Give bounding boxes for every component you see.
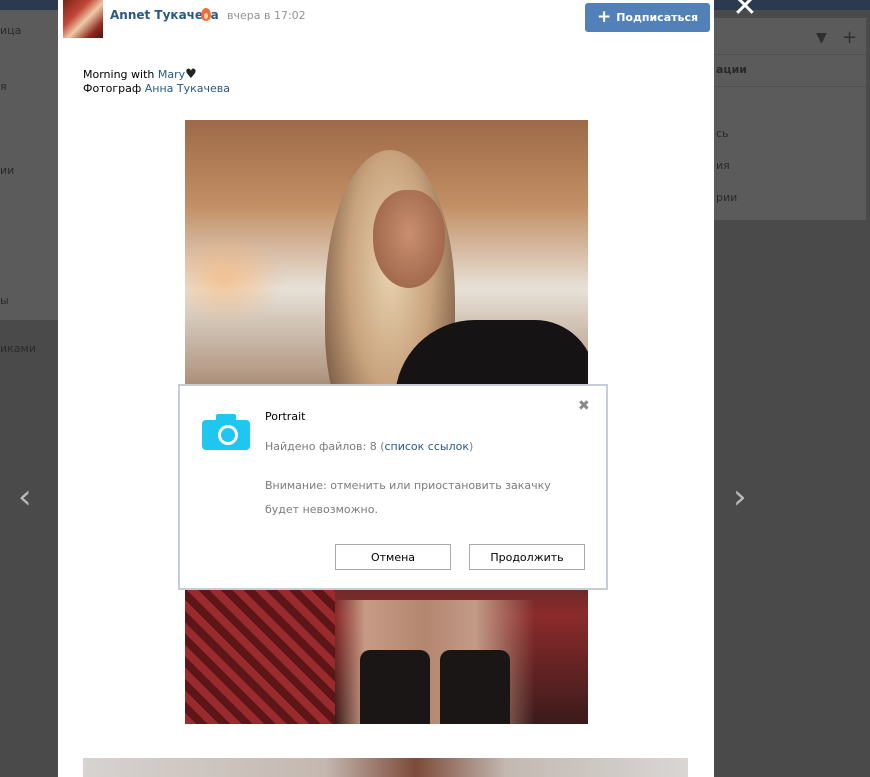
subscribe-button[interactable]: + Подписаться [585,3,710,32]
mention-link[interactable]: Mary [158,68,185,81]
files-found-text: Найдено файлов: 8 ( [265,440,385,453]
chevron-left-icon[interactable]: ‹ [18,480,38,514]
cancel-button[interactable]: Отмена [335,544,451,570]
divider [714,86,866,87]
left-sidebar-item[interactable]: иками [0,342,36,355]
right-panel-item[interactable]: сь [716,127,729,140]
fire-icon [201,8,211,21]
files-found-suffix: ) [468,440,474,453]
photo-detail [440,650,510,724]
right-panel-item[interactable]: рии [716,191,737,204]
files-found: Найдено файлов: 8 (список ссылок) [265,440,473,453]
plus-icon: + [596,7,612,27]
download-dialog: Portrait ✖ Найдено файлов: 8 (список ссы… [178,384,608,590]
continue-button[interactable]: Продолжить [469,544,585,570]
camera-icon [202,414,250,450]
black-heart-icon: ♥ [185,67,197,82]
dialog-title: Portrait [265,410,306,423]
post-caption: Morning with Mary♥ Фотограф Анна Тукачев… [83,68,230,96]
link-list-link[interactable]: список ссылок [384,440,469,453]
right-panel-item[interactable]: ия [716,159,730,172]
right-panel [714,18,866,220]
chevron-right-icon[interactable]: › [733,480,753,514]
post-time[interactable]: вчера в 17:02 [227,9,306,22]
divider [714,54,866,55]
avatar[interactable] [63,0,103,38]
left-sidebar-item[interactable]: ии [0,164,14,177]
left-sidebar: ица я ии ы [0,10,58,320]
left-sidebar-item[interactable]: ы [0,294,9,307]
warning-text: Внимание: отменить или приостановить зак… [265,479,551,516]
left-sidebar-item[interactable]: ица [0,24,21,37]
photo-detail [185,590,335,724]
post-photo[interactable] [83,758,688,777]
photographer-link[interactable]: Анна Тукачева [145,82,230,95]
add-icon[interactable]: + [842,27,857,48]
photo-detail [360,650,430,724]
close-icon[interactable]: ✕ [730,0,760,22]
caption-text: Morning with [83,68,158,81]
filter-icon[interactable]: ▼ [816,30,827,46]
close-icon[interactable]: ✖ [578,398,590,414]
right-panel-item[interactable]: ации [716,63,747,76]
photo-detail [373,190,445,288]
subscribe-label: Подписаться [616,11,699,24]
caption-text: Фотограф [83,82,145,95]
left-sidebar-item[interactable]: я [0,80,7,93]
